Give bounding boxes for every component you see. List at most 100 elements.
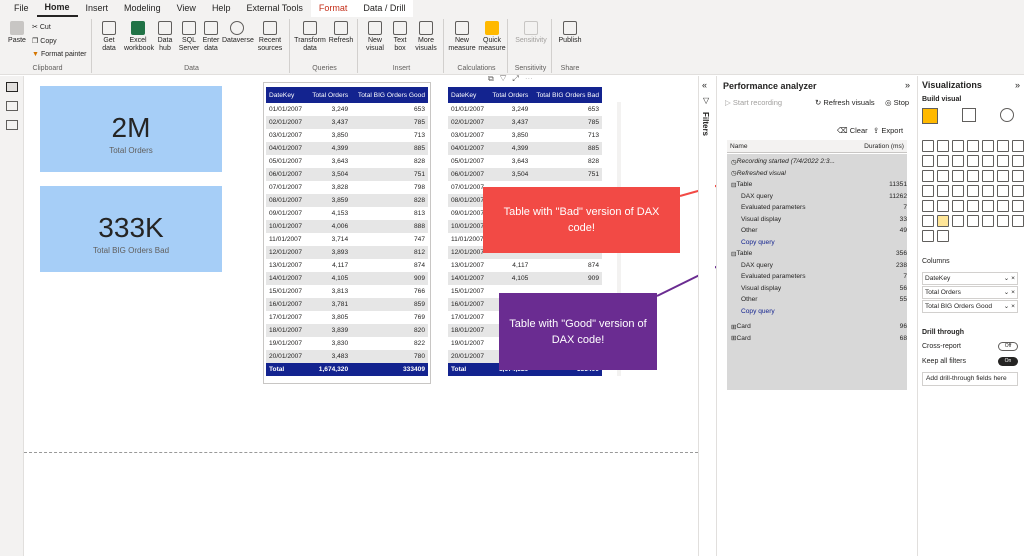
result-item[interactable]: Evaluated parameters 7	[741, 271, 907, 282]
visual-type-icon[interactable]	[952, 170, 964, 182]
result-group-card[interactable]: ⊞ Card 96	[731, 321, 907, 332]
visual-type-icon[interactable]	[1012, 155, 1024, 167]
recording-row[interactable]: ◷ Recording started (7/4/2022 2:3...	[731, 156, 907, 167]
performance-analyzer-pane: Performance analyzer » ▷ Start recording…	[716, 76, 916, 556]
visual-type-icon[interactable]	[997, 170, 1009, 182]
result-item[interactable]: Evaluated parameters 7	[741, 202, 907, 213]
visual-type-icon[interactable]	[937, 140, 949, 152]
viz-title: Visualizations	[922, 80, 982, 90]
visual-type-icon[interactable]	[967, 200, 979, 212]
visual-type-icon[interactable]	[952, 215, 964, 227]
result-group[interactable]: ⊟ Table 356	[731, 248, 907, 259]
visual-type-icon[interactable]	[982, 200, 994, 212]
visual-type-icon[interactable]	[982, 215, 994, 227]
visual-type-icon[interactable]	[937, 155, 949, 167]
visual-type-icon[interactable]	[1012, 170, 1024, 182]
row-duration: 56	[899, 284, 907, 292]
visual-type-icon[interactable]	[997, 215, 1009, 227]
collapse-icon[interactable]: »	[905, 80, 910, 90]
visual-type-icon[interactable]	[922, 140, 934, 152]
visual-type-icon[interactable]	[982, 170, 994, 182]
visual-type-icon[interactable]	[982, 140, 994, 152]
result-item[interactable]: Visual display 33	[741, 214, 907, 225]
visual-type-icon[interactable]	[952, 200, 964, 212]
remove-field-icon[interactable]: ⌄ ×	[1004, 301, 1015, 312]
visual-type-icon[interactable]	[997, 140, 1009, 152]
row-label: DAX query	[741, 192, 773, 200]
row-label: Table	[736, 250, 753, 257]
visual-type-icon[interactable]	[967, 140, 979, 152]
visual-type-icon[interactable]	[982, 155, 994, 167]
visual-type-icon[interactable]	[952, 185, 964, 197]
clear-button[interactable]: ⌫ Clear	[837, 126, 868, 135]
result-item[interactable]: Other 55	[741, 294, 907, 305]
visual-type-icon[interactable]	[922, 215, 934, 227]
analytics-icon[interactable]	[1000, 108, 1014, 122]
visual-type-icon[interactable]	[937, 200, 949, 212]
visual-type-icon[interactable]	[997, 200, 1009, 212]
collapse-viz-icon[interactable]: »	[1015, 80, 1020, 90]
visual-type-icon[interactable]	[1012, 215, 1024, 227]
result-item[interactable]: DAX query 11262	[741, 191, 907, 202]
row-duration: 238	[895, 261, 907, 269]
copy-query-link[interactable]: Copy query	[741, 237, 912, 248]
drill-through-well[interactable]: Add drill-through fields here	[922, 372, 1018, 386]
keep-filters-toggle[interactable]: On	[998, 357, 1018, 366]
visual-type-icon[interactable]	[922, 185, 934, 197]
row-duration: 49	[899, 227, 907, 234]
visual-type-icon[interactable]	[922, 170, 934, 182]
visual-type-icon[interactable]	[967, 155, 979, 167]
visual-type-icon[interactable]	[1012, 200, 1024, 212]
visual-type-icon[interactable]	[967, 185, 979, 197]
visual-type-icon[interactable]	[937, 230, 949, 242]
visual-type-gallery	[922, 140, 1024, 242]
visual-type-icon[interactable]	[937, 215, 949, 227]
export-button[interactable]: ⇪ Export	[873, 126, 903, 135]
row-label: Table	[736, 181, 753, 188]
visual-type-icon[interactable]	[922, 230, 934, 242]
visual-type-icon[interactable]	[1012, 185, 1024, 197]
row-duration: 7	[903, 273, 907, 280]
row-label: Evaluated parameters	[741, 273, 806, 280]
remove-field-icon[interactable]: ⌄ ×	[1004, 287, 1015, 298]
visual-type-icon[interactable]	[922, 200, 934, 212]
row-label: Evaluated parameters	[741, 204, 806, 211]
keep-filters-label: Keep all filters	[922, 358, 966, 365]
column-field-well[interactable]: DateKey ⌄ ×	[922, 272, 1018, 285]
columns-label: Columns	[922, 258, 950, 265]
result-group-card[interactable]: ⊞ Card 68	[731, 333, 907, 344]
format-visual-icon[interactable]	[962, 108, 976, 122]
refreshed-row[interactable]: ◷ Refreshed visual	[731, 168, 907, 179]
column-field-well[interactable]: Total Orders ⌄ ×	[922, 286, 1018, 299]
visual-type-icon[interactable]	[982, 185, 994, 197]
row-duration: 96	[899, 323, 907, 330]
result-group[interactable]: ⊟ Table 11351	[731, 179, 907, 190]
visual-type-icon[interactable]	[967, 215, 979, 227]
result-item[interactable]: DAX query 238	[741, 260, 907, 271]
visual-type-icon[interactable]	[937, 185, 949, 197]
copy-query-link[interactable]: Copy query	[741, 306, 912, 317]
visual-type-icon[interactable]	[1012, 140, 1024, 152]
stop-button[interactable]: ◎ Stop	[885, 98, 909, 107]
expand-icon[interactable]: «	[702, 80, 707, 90]
remove-field-icon[interactable]: ⌄ ×	[1004, 273, 1015, 284]
column-field-well[interactable]: Total BIG Orders Good ⌄ ×	[922, 300, 1018, 313]
start-recording-button[interactable]: ▷ Start recording	[725, 98, 782, 107]
visual-type-icon[interactable]	[922, 155, 934, 167]
refresh-visuals-button[interactable]: ↻ Refresh visuals	[815, 98, 875, 107]
filters-pane-collapsed[interactable]: « ▽ Filters	[698, 76, 715, 556]
visual-type-icon[interactable]	[997, 185, 1009, 197]
drill-through-label: Drill through	[922, 329, 964, 336]
row-label: Visual display	[741, 284, 782, 292]
row-label: Recording started (7/4/2022 2:3...	[736, 158, 835, 165]
visual-type-icon[interactable]	[952, 155, 964, 167]
visual-type-icon[interactable]	[967, 170, 979, 182]
visual-type-icon[interactable]	[937, 170, 949, 182]
cross-report-toggle[interactable]: Off	[998, 342, 1018, 351]
build-visual-icon[interactable]	[922, 108, 938, 124]
result-item[interactable]: Other 49	[741, 225, 907, 236]
visual-type-icon[interactable]	[952, 140, 964, 152]
row-duration: 55	[899, 296, 907, 303]
result-item[interactable]: Visual display 56	[741, 283, 907, 294]
visual-type-icon[interactable]	[997, 155, 1009, 167]
